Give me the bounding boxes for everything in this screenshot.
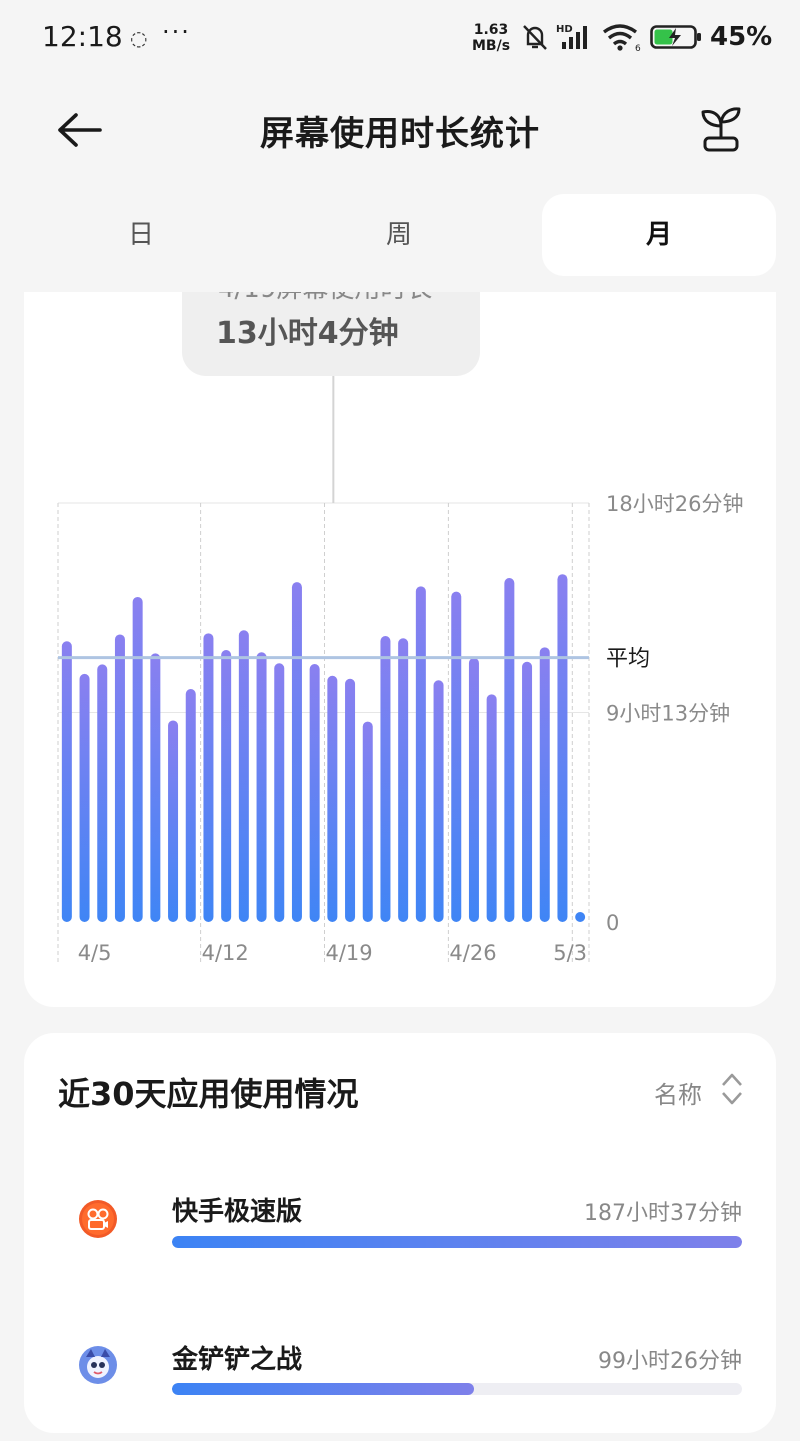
y-tick-label: 9小时13分钟 [606,702,730,726]
chart-bar [451,591,462,922]
sort-toggle-icon[interactable] [720,1071,744,1107]
chart-bar [168,720,179,922]
chart-bar [221,649,232,922]
chart-bar [238,630,249,922]
y-tick-label: 0 [606,911,619,935]
chart-bar [132,596,143,922]
chart-bar [362,721,373,922]
app-usage-card: 近30天应用使用情况 名称 快手极速版 187小时37分钟 金铲铲之战 99小时… [24,1033,776,1433]
average-label: 平均 [606,647,650,672]
chart-bar [150,653,161,922]
jinchanchan-app-icon [79,1346,117,1384]
chart-bar [345,678,356,922]
x-tick-label: 5/3 [553,941,587,965]
x-tick-label: 4/19 [326,941,373,965]
app-name: 快手极速版 [172,1197,303,1227]
chart-bar [309,664,320,922]
app-usage-bar-fill [172,1236,742,1248]
usage-section-title: 近30天应用使用情况 [58,1075,359,1113]
x-tick-label: 4/5 [78,941,112,965]
chart-bar [557,574,568,922]
chart-bar [256,652,267,922]
app-usage-bar [172,1236,742,1248]
chart-bar [97,664,108,922]
tooltip-date-label: 4/19屏幕使用时长 [218,292,432,305]
chart-bar [398,638,409,922]
kuaishou-app-icon [79,1200,117,1238]
chart-bar [575,912,586,922]
y-tick-label: 18小时26分钟 [606,492,743,516]
chart-bar [327,675,338,922]
app-usage-bar [172,1383,742,1395]
app-row[interactable]: 快手极速版 187小时37分钟 [24,1173,776,1293]
chart-bar [539,647,550,922]
chart-bar [203,633,214,922]
usage-bar-chart[interactable]: 平均 18小时26分钟 9小时13分钟 0 4/5 4/12 4/19 4/26 5/3 [0,0,800,1010]
app-usage-bar-fill [172,1383,475,1395]
chart-bar [291,582,302,922]
chart-bar [415,586,426,922]
app-usage-time: 187小时37分钟 [584,1201,742,1226]
chart-bar [61,641,72,922]
chart-bar [504,578,515,922]
chart-bar [185,689,196,922]
app-usage-time: 99小时26分钟 [598,1349,742,1374]
chart-bar [114,634,125,922]
chart-bar [274,663,285,922]
chart-bar [380,635,391,922]
sort-label[interactable]: 名称 [654,1075,702,1110]
chart-bar [486,694,497,922]
x-tick-label: 4/12 [202,941,249,965]
tooltip-value: 13小时4分钟 [216,316,399,351]
x-tick-label: 4/26 [449,941,496,965]
chart-tooltip: 4/19屏幕使用时长 13小时4分钟 [182,292,480,376]
chart-bar [468,657,479,922]
app-name: 金铲铲之战 [172,1345,303,1375]
chart-bar [79,673,90,922]
app-row[interactable]: 金铲铲之战 99小时26分钟 [24,1321,776,1441]
chart-bar [433,680,444,922]
chart-bar [522,661,533,922]
